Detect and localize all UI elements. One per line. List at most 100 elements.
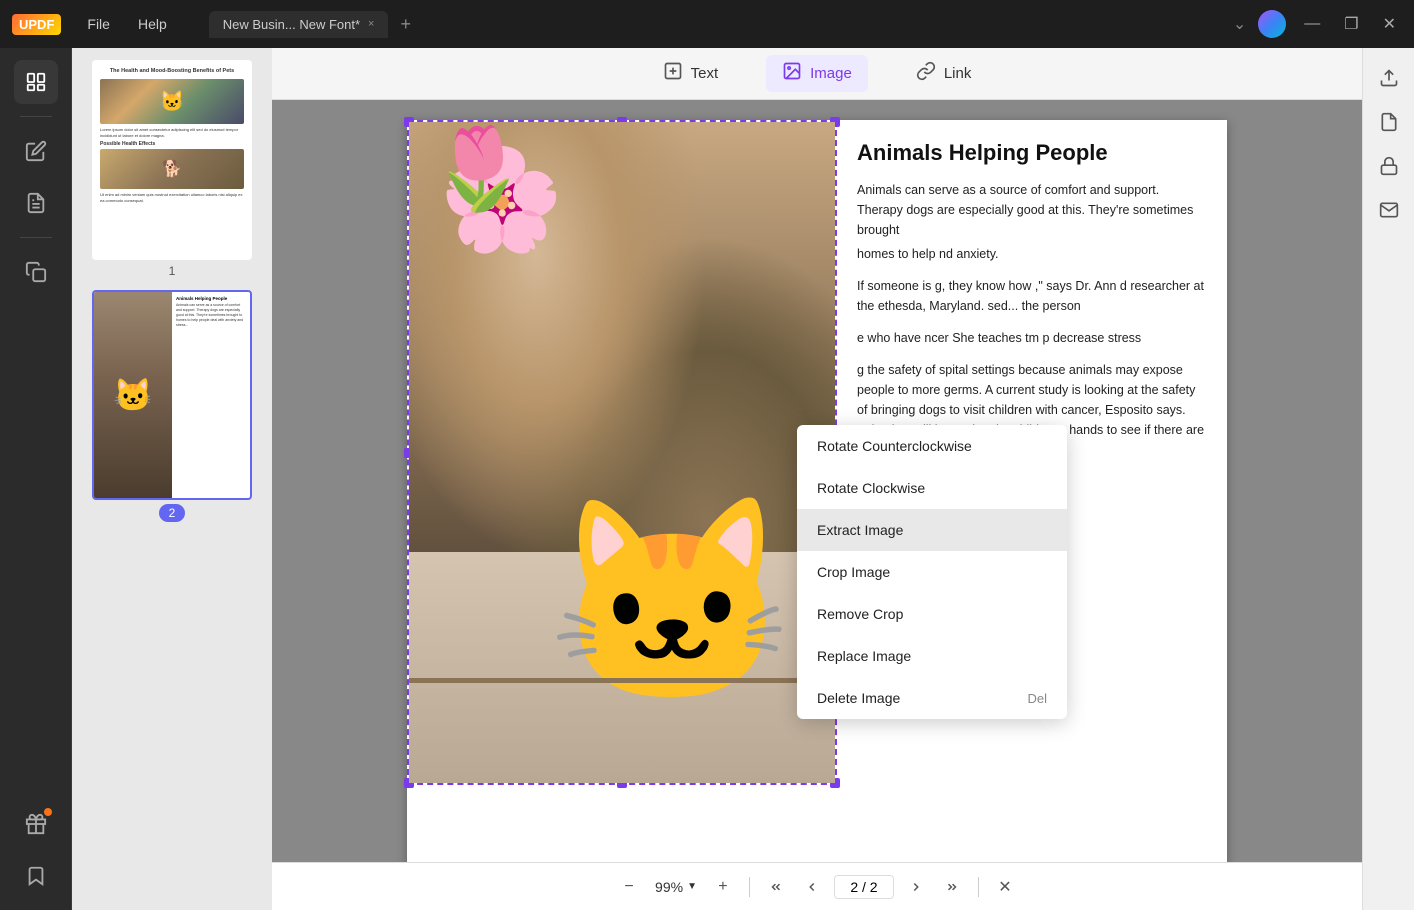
dropdown-icon[interactable]: ⌄ — [1233, 14, 1246, 34]
text-tool-button[interactable]: Text — [647, 55, 735, 92]
menu-item-rotate-cw[interactable]: Rotate Clockwise — [797, 467, 1067, 509]
image-tool-label: Image — [810, 65, 852, 82]
sidebar-icon-gift[interactable] — [14, 802, 58, 846]
article-title: Animals Helping People — [857, 140, 1207, 166]
menu-item-replace-image[interactable]: Replace Image — [797, 635, 1067, 677]
main-layout: The Health and Mood-Boosting Benefits of… — [0, 48, 1414, 910]
context-menu: Rotate Counterclockwise Rotate Clockwise… — [797, 425, 1067, 719]
menu-item-extract-image-label: Extract Image — [817, 522, 903, 538]
text-tool-label: Text — [691, 65, 719, 82]
menu-help[interactable]: Help — [128, 12, 177, 36]
page-container: 🌸 🌷 🐱 Animals Helping People — [407, 120, 1227, 842]
menu-file[interactable]: File — [77, 12, 120, 36]
right-icon-secure[interactable] — [1371, 148, 1407, 184]
page-indicator[interactable]: 2 / 2 — [834, 875, 894, 899]
tab-title: New Busin... New Font* — [223, 17, 360, 32]
sidebar-icon-annotate[interactable] — [14, 181, 58, 225]
document-view[interactable]: 🌸 🌷 🐱 Animals Helping People — [272, 100, 1362, 862]
left-sidebar — [0, 48, 72, 910]
page-2: 🌸 🌷 🐱 Animals Helping People — [407, 120, 1227, 862]
notification-badge — [44, 808, 52, 816]
thumb-section-title: Possible Health Effects — [100, 141, 244, 147]
thumb-page1-title: The Health and Mood-Boosting Benefits of… — [100, 68, 244, 75]
thumb-page-2-content: 🐱 Animals Helping People Animals can ser… — [92, 290, 252, 500]
text-tool-icon — [663, 61, 683, 86]
menu-item-delete-image[interactable]: Delete Image Del — [797, 677, 1067, 719]
sidebar-divider-1 — [20, 116, 52, 117]
menu-bar: File Help — [77, 12, 176, 36]
maximize-button[interactable]: ❐ — [1338, 12, 1364, 36]
right-icon-pdfa[interactable] — [1371, 104, 1407, 140]
thumbnail-panel[interactable]: The Health and Mood-Boosting Benefits of… — [72, 48, 272, 910]
link-tool-icon — [916, 61, 936, 86]
sidebar-icon-copy[interactable] — [14, 250, 58, 294]
article-text-3: If someone is g, they know how ," says D… — [857, 276, 1207, 316]
article-text-1: Animals can serve as a source of comfort… — [857, 180, 1207, 240]
right-sidebar — [1362, 48, 1414, 910]
sidebar-bottom — [14, 802, 58, 898]
thumb-page2-title: Animals Helping People — [176, 296, 246, 301]
nav-prev-button[interactable] — [798, 873, 826, 901]
selected-image-wrapper[interactable]: 🌸 🌷 🐱 — [407, 120, 837, 785]
article-text-4: e who have ncer She teaches tm p decreas… — [857, 328, 1207, 348]
zoom-out-button[interactable]: − — [615, 873, 643, 901]
nav-first-button[interactable] — [762, 873, 790, 901]
thumbnail-page-1[interactable]: The Health and Mood-Boosting Benefits of… — [80, 60, 264, 278]
menu-item-extract-image[interactable]: Extract Image — [797, 509, 1067, 551]
thumbnail-page-2[interactable]: 🐱 Animals Helping People Animals can ser… — [80, 290, 264, 522]
link-tool-button[interactable]: Link — [900, 55, 988, 92]
nav-last-button[interactable] — [938, 873, 966, 901]
thumb-dog-image: 🐕 — [100, 149, 244, 189]
menu-item-remove-crop-label: Remove Crop — [817, 606, 903, 622]
thumb-page-1-content: The Health and Mood-Boosting Benefits of… — [92, 60, 252, 260]
title-bar: UPDF File Help New Busin... New Font* × … — [0, 0, 1414, 48]
toolbar: Text Image — [272, 48, 1362, 100]
menu-item-rotate-ccw-label: Rotate Counterclockwise — [817, 438, 972, 454]
nav-next-button[interactable] — [902, 873, 930, 901]
image-tool-button[interactable]: Image — [766, 55, 868, 92]
thumb-page-1-label: 1 — [169, 264, 176, 278]
nav-divider-1 — [749, 877, 750, 897]
thumb-page1-text2: Ut enim ad minim veniam quis nostrud exe… — [100, 192, 244, 203]
close-nav-button[interactable]: ✕ — [991, 873, 1019, 901]
window-controls: ⌄ — ❐ ✕ — [1233, 10, 1402, 38]
arrow-annotation — [1307, 540, 1362, 700]
sidebar-icon-edit[interactable] — [14, 129, 58, 173]
menu-item-crop-image[interactable]: Crop Image — [797, 551, 1067, 593]
sidebar-icon-pages[interactable] — [14, 60, 58, 104]
menu-item-delete-image-label: Delete Image — [817, 690, 900, 706]
thumb-page2-text: Animals can serve as a source of comfort… — [176, 303, 246, 327]
menu-item-rotate-cw-label: Rotate Clockwise — [817, 480, 925, 496]
bottom-toolbar: − 99% ▼ + 2 / 2 — [272, 862, 1362, 910]
sidebar-divider-2 — [20, 237, 52, 238]
sidebar-icon-bookmark[interactable] — [14, 854, 58, 898]
zoom-dropdown-icon: ▼ — [687, 881, 697, 892]
menu-item-rotate-ccw[interactable]: Rotate Counterclockwise — [797, 425, 1067, 467]
minimize-button[interactable]: — — [1298, 13, 1326, 35]
thumb-cat-image: 🐱 — [100, 79, 244, 124]
app-logo: UPDF — [12, 14, 61, 35]
nav-divider-2 — [978, 877, 979, 897]
close-tab-button[interactable]: × — [368, 18, 374, 30]
zoom-percent: 99% — [655, 879, 683, 895]
right-icon-message[interactable] — [1371, 192, 1407, 228]
right-icon-export[interactable] — [1371, 60, 1407, 96]
menu-item-replace-image-label: Replace Image — [817, 648, 911, 664]
zoom-in-button[interactable]: + — [709, 873, 737, 901]
tab-area: New Busin... New Font* × + — [209, 11, 1217, 38]
article-text-2: homes to help nd anxiety. — [857, 244, 1207, 264]
menu-item-delete-shortcut: Del — [1027, 691, 1047, 706]
image-tool-icon — [782, 61, 802, 86]
menu-item-crop-image-label: Crop Image — [817, 564, 890, 580]
menu-item-remove-crop[interactable]: Remove Crop — [797, 593, 1067, 635]
zoom-display[interactable]: 99% ▼ — [651, 877, 701, 897]
thumb-page1-text: Lorem ipsum dolor sit amet consectetur a… — [100, 127, 244, 138]
active-tab[interactable]: New Busin... New Font* × — [209, 11, 389, 38]
thumb-page-2-label: 2 — [159, 504, 186, 522]
user-avatar[interactable] — [1258, 10, 1286, 38]
link-tool-label: Link — [944, 65, 972, 82]
add-tab-button[interactable]: + — [392, 12, 419, 37]
cat-image: 🌸 🌷 🐱 — [409, 122, 835, 783]
content-area: Text Image — [272, 48, 1362, 910]
close-button[interactable]: ✕ — [1377, 12, 1402, 36]
